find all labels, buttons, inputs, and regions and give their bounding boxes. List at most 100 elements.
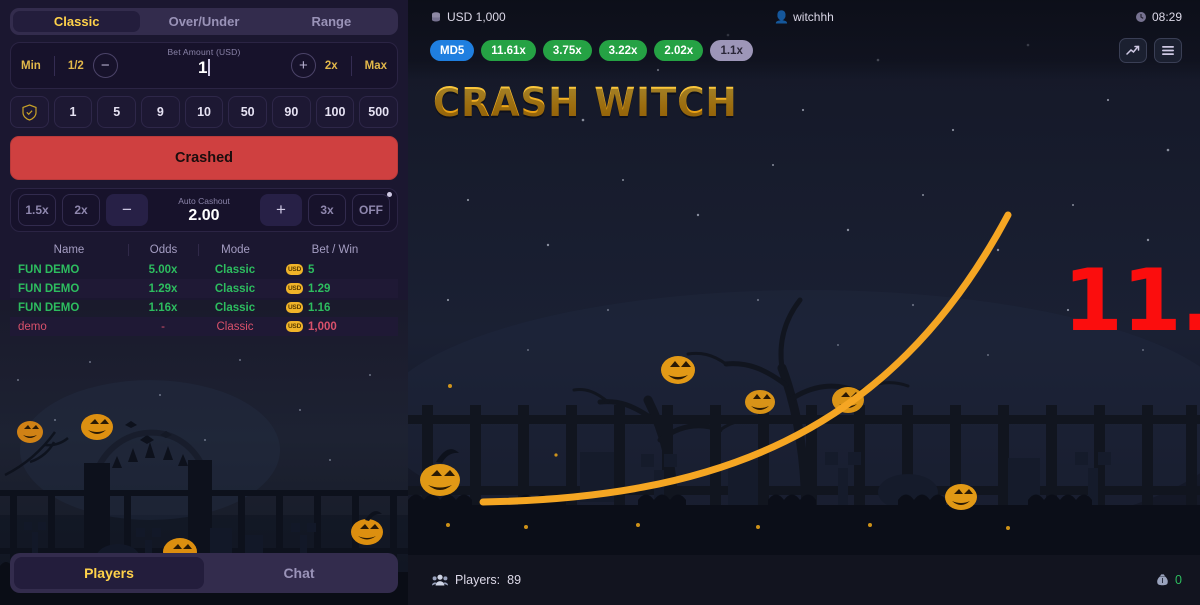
panel-bottom-tabs: Players Chat xyxy=(10,553,398,593)
trend-chart-icon xyxy=(1126,45,1140,55)
row-amount: 1.29 xyxy=(308,282,331,295)
history-chip-2[interactable]: 3.75x xyxy=(542,40,592,61)
tab-over-under[interactable]: Over/Under xyxy=(140,11,267,32)
auto-cashout-decrease-button[interactable]: − xyxy=(106,194,148,226)
multiplier-history-row: MD5 11.61x 3.75x 3.22x 2.02x 1.1x xyxy=(408,34,1200,63)
shield-icon xyxy=(22,103,37,121)
auto-cashout-box: 1.5x 2x − Auto Cashout 2.00 + 3x OFF xyxy=(10,188,398,232)
table-row[interactable]: demo - Classic USD 1,000 xyxy=(10,317,398,336)
bet-amount-box: Min 1/2 − Bet Amount (USD) 1 + 2x Max xyxy=(10,42,398,89)
auto-cashout-toggle[interactable]: OFF xyxy=(352,192,392,226)
clock-value: 08:29 xyxy=(1151,10,1182,24)
divider xyxy=(53,55,55,76)
history-chip-3[interactable]: 3.22x xyxy=(598,40,648,61)
balance-value: USD 1,000 xyxy=(447,10,506,24)
row-player-name: demo xyxy=(18,320,47,333)
crash-multiplier-display: 11.61x xyxy=(1063,251,1200,351)
column-header-mode: Mode xyxy=(198,244,272,256)
usd-currency-icon: USD xyxy=(286,264,303,275)
quick-bet-9[interactable]: 9 xyxy=(141,96,180,128)
bet-increase-button[interactable]: + xyxy=(290,53,316,78)
history-chip-4[interactable]: 2.02x xyxy=(654,40,704,61)
auto-cashout-preset-1_5x[interactable]: 1.5x xyxy=(18,194,56,226)
auto-cashout-toggle-label: OFF xyxy=(359,203,383,217)
row-bet-win: USD 1.29 xyxy=(272,283,398,295)
game-action-icons xyxy=(1119,38,1182,63)
money-bag-icon xyxy=(1157,574,1168,586)
crashed-status-button[interactable]: Crashed xyxy=(10,136,398,180)
row-amount: 1,000 xyxy=(308,320,337,333)
bank-value: 0 xyxy=(1175,573,1182,587)
column-header-bet-win: Bet / Win xyxy=(311,244,359,256)
quick-bet-100[interactable]: 100 xyxy=(315,96,355,128)
text-cursor xyxy=(208,59,210,76)
row-bet-win: USD 1.16 xyxy=(272,302,398,314)
row-odds: 1.29x xyxy=(148,282,178,295)
row-mode: Classic xyxy=(214,282,256,295)
menu-button[interactable] xyxy=(1154,38,1182,63)
auto-cashout-preset-3x[interactable]: 3x xyxy=(308,194,346,226)
toggle-indicator-dot xyxy=(387,192,392,197)
bank-display: 0 xyxy=(1156,573,1182,587)
table-row[interactable]: FUN DEMO 1.29x Classic USD 1.29 xyxy=(10,279,398,298)
clock-icon xyxy=(1135,12,1146,22)
row-player-name: FUN DEMO xyxy=(18,282,80,295)
bet-mode-tabs: Classic Over/Under Range xyxy=(10,8,398,35)
coins-icon xyxy=(432,12,440,22)
bet-min-button[interactable]: Min xyxy=(21,60,41,72)
crash-game-app: Classic Over/Under Range Min 1/2 − Bet A… xyxy=(0,0,1200,605)
bet-decrease-button[interactable]: − xyxy=(92,53,118,78)
tab-classic[interactable]: Classic xyxy=(13,11,141,32)
row-player-name: FUN DEMO xyxy=(18,301,80,314)
row-amount: 5 xyxy=(308,263,315,276)
players-group-icon xyxy=(432,574,448,586)
quick-bet-5[interactable]: 5 xyxy=(97,96,137,128)
column-header-odds: Odds xyxy=(128,244,198,256)
tab-players[interactable]: Players xyxy=(14,557,204,589)
row-player-name: FUN DEMO xyxy=(18,263,80,276)
game-bottom-bar: Players: 89 0 xyxy=(408,555,1200,605)
divider xyxy=(350,55,352,76)
quick-bet-1[interactable]: 1 xyxy=(53,96,93,128)
game-top-hud: USD 1,000 👤 witchhh 08:29 MD5 11.61x 3.75… xyxy=(408,0,1200,80)
table-row[interactable]: FUN DEMO 1.16x Classic USD 1.16 xyxy=(10,298,398,317)
row-amount: 1.16 xyxy=(308,301,331,314)
players-count-value: 89 xyxy=(507,573,522,587)
bet-max-button[interactable]: Max xyxy=(365,60,387,72)
quick-bet-50[interactable]: 50 xyxy=(228,96,268,128)
row-bet-win: USD 1,000 xyxy=(272,321,398,333)
quick-bet-10[interactable]: 10 xyxy=(184,96,224,128)
auto-cashout-increase-button[interactable]: + xyxy=(260,194,302,226)
bet-amount-value: 1 xyxy=(198,58,208,77)
table-row[interactable]: FUN DEMO 5.00x Classic USD 5 xyxy=(10,260,398,279)
tab-range[interactable]: Range xyxy=(268,11,395,32)
auto-cashout-label: Auto Cashout xyxy=(178,195,230,206)
game-logo: CRASH WITCH xyxy=(433,80,738,126)
history-chip-5[interactable]: 1.1x xyxy=(710,40,754,61)
table-header-row: Name Odds Mode Bet / Win xyxy=(10,240,398,260)
tab-chat[interactable]: Chat xyxy=(204,557,394,589)
players-table: Name Odds Mode Bet / Win FUN DEMO 5.00x … xyxy=(10,240,398,336)
bet-amount-input[interactable]: 1 xyxy=(198,58,210,78)
trend-chart-button[interactable] xyxy=(1119,38,1147,63)
quick-bet-shield-button[interactable] xyxy=(10,96,49,128)
clock-display: 08:29 xyxy=(1135,10,1182,24)
auto-cashout-display: Auto Cashout 2.00 xyxy=(154,196,254,225)
bet-half-button[interactable]: 1/2 xyxy=(68,60,84,72)
bet-double-button[interactable]: 2x xyxy=(325,60,338,72)
row-odds: 5.00x xyxy=(148,263,178,276)
auto-cashout-preset-2x[interactable]: 2x xyxy=(62,194,100,226)
row-bet-win: USD 5 xyxy=(272,264,398,276)
auto-cashout-value[interactable]: 2.00 xyxy=(154,207,254,225)
left-control-panel: Classic Over/Under Range Min 1/2 − Bet A… xyxy=(0,0,408,605)
row-odds: - xyxy=(161,320,165,333)
balance-display: USD 1,000 xyxy=(430,10,506,24)
game-status-row: USD 1,000 👤 witchhh 08:29 xyxy=(408,0,1200,34)
history-chip-1[interactable]: 11.61x xyxy=(481,40,536,61)
quick-bet-90[interactable]: 90 xyxy=(272,96,311,128)
quick-bet-500[interactable]: 500 xyxy=(359,96,399,128)
players-label: Players: xyxy=(455,573,501,587)
username-value: witchhh xyxy=(793,10,834,24)
column-header-name: Name xyxy=(53,244,85,256)
md5-verify-button[interactable]: MD5 xyxy=(430,40,475,61)
